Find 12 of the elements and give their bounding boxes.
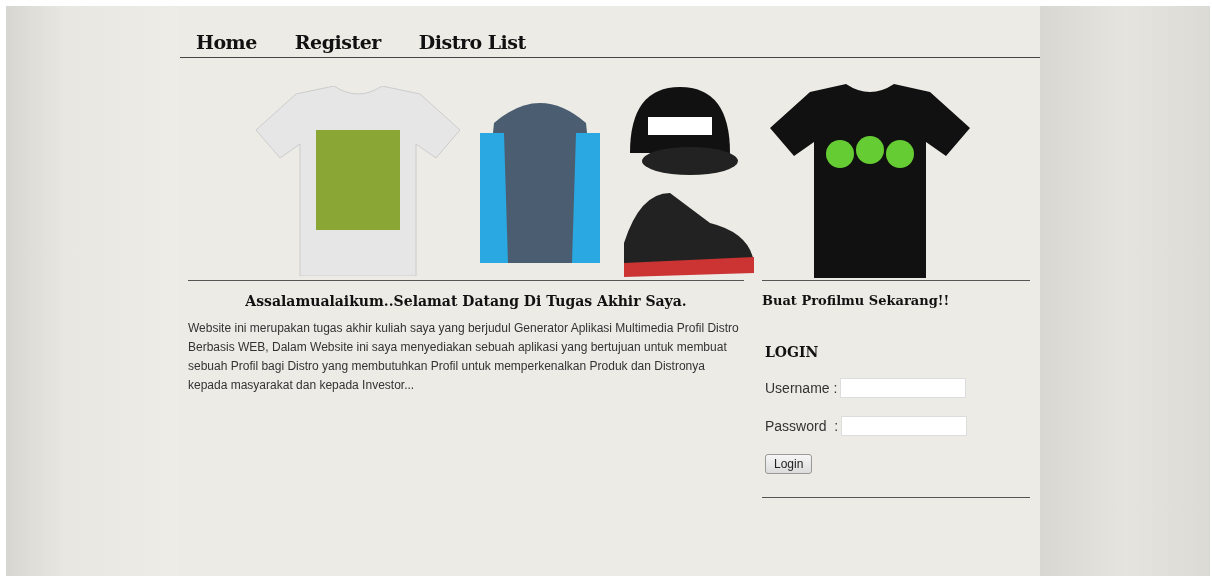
nav-link[interactable]: Distro List: [418, 32, 526, 52]
field-label: Username :: [765, 380, 838, 396]
input-field[interactable]: [840, 378, 967, 398]
welcome-heading: Assalamualaikum..Selamat Datang Di Tugas Akhir Saya.: [244, 293, 688, 309]
nav-link[interactable]: Register: [294, 32, 381, 52]
welcome-text: Website ini merupakan tugas akhir kuliah saya yang berjudul Generator Aplikasi Multimedia Profil Distro Berbasis WEB, Dalam Website ini saya menyediakan sebuah aplikasi yang bertujuan untuk membuat sebuah Profil bagi Distro yang membutuhkan Profil untuk memperkenalkan Produk dan Distronya kepada masyarakat dan kepada Investor...: [188, 320, 740, 394]
login-button[interactable]: Login: [765, 454, 813, 474]
login-heading: LOGIN: [765, 344, 820, 360]
sidebar-heading: Buat Profilmu Sekarang!!: [762, 293, 951, 308]
input-field[interactable]: [841, 416, 968, 436]
field-label: Password :: [765, 418, 839, 434]
nav-link[interactable]: Home: [196, 32, 257, 52]
